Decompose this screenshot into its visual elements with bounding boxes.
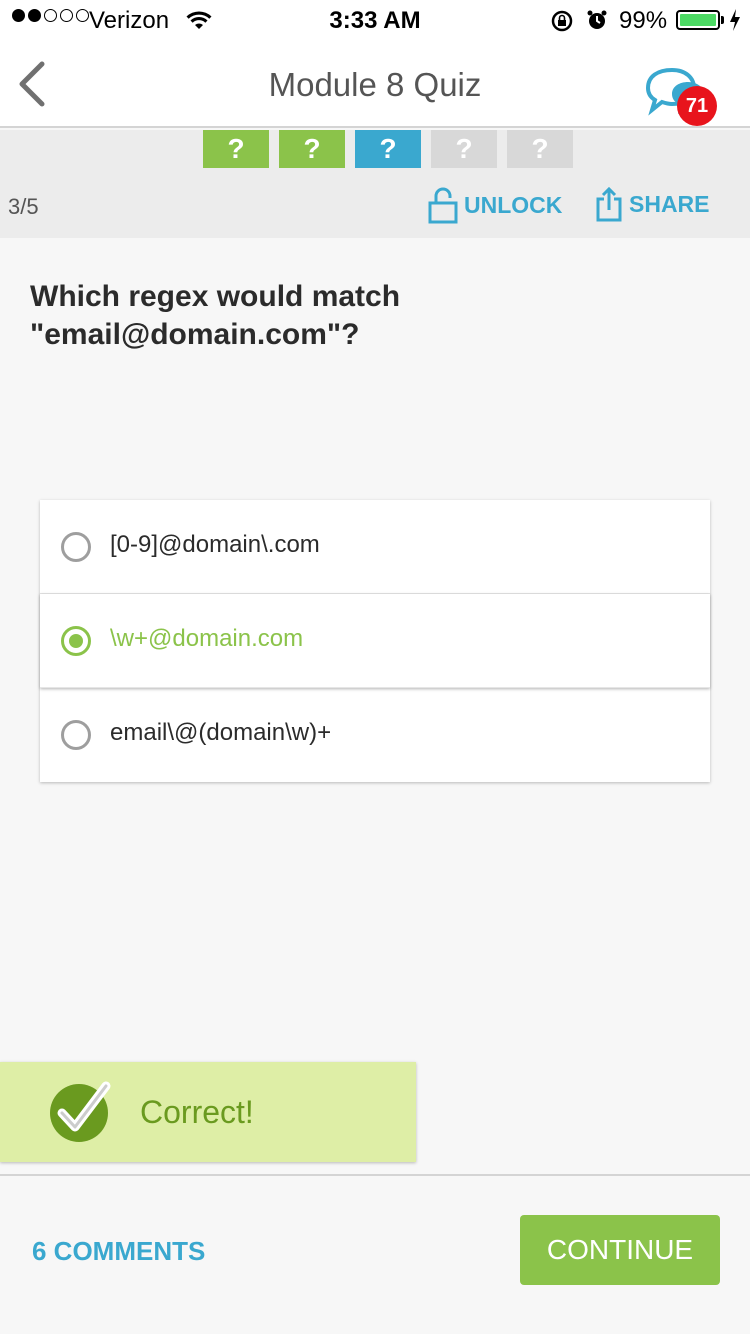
page-title: Module 8 Quiz <box>268 66 482 103</box>
comments-link[interactable]: 6 COMMENTS <box>32 1236 205 1267</box>
unlock-button[interactable]: UNLOCK <box>428 186 562 224</box>
orientation-lock-icon <box>550 9 574 40</box>
feedback-banner: Correct! <box>0 1062 416 1162</box>
progress-step-3[interactable]: ? <box>355 130 421 168</box>
answer-text: email\@(domain\w)+ <box>110 719 332 746</box>
answer-text: [0-9]@domain\.com <box>110 531 320 558</box>
radio-button-selected[interactable] <box>61 626 91 656</box>
progress-step-2[interactable]: ? <box>279 130 345 168</box>
battery-percentage: 99% <box>619 7 668 34</box>
answer-option-3[interactable]: email\@(domain\w)+ <box>40 688 710 782</box>
battery-icon <box>676 10 720 30</box>
share-label: SHARE <box>629 190 710 217</box>
charging-icon <box>728 8 742 39</box>
feedback-text: Correct! <box>140 1094 254 1130</box>
answer-text: \w+@domain.com <box>110 625 304 652</box>
alarm-icon <box>586 9 608 38</box>
share-button[interactable]: SHARE <box>595 186 710 222</box>
question-text: Which regex would match "email@domain.co… <box>30 280 401 351</box>
answer-option-1[interactable]: [0-9]@domain\.com <box>40 500 710 594</box>
unlock-icon <box>428 187 458 224</box>
unlock-label: UNLOCK <box>464 191 563 218</box>
progress-step-5[interactable]: ? <box>507 130 573 168</box>
notification-badge: 71 <box>677 86 717 126</box>
status-bar: Verizon 3:33 AM 99% <box>0 0 750 40</box>
checkmark-icon <box>50 1081 111 1142</box>
radio-button[interactable] <box>61 532 91 562</box>
nav-bar: Module 8 Quiz 71 <box>0 40 750 128</box>
progress-steps: ? ? ? ? ? <box>203 130 573 168</box>
quiz-progress: ? ? ? ? ? 3/5 UNLOCK SHARE <box>0 130 750 238</box>
continue-button[interactable]: CONTINUE <box>520 1215 720 1285</box>
question-counter: 3/5 <box>8 194 39 219</box>
answer-option-2[interactable]: \w+@domain.com <box>40 594 710 688</box>
progress-step-1[interactable]: ? <box>203 130 269 168</box>
bottom-bar: 6 COMMENTS CONTINUE <box>0 1174 750 1334</box>
radio-button[interactable] <box>61 720 91 750</box>
progress-step-4[interactable]: ? <box>431 130 497 168</box>
answer-options: [0-9]@domain\.com \w+@domain.com email\@… <box>40 500 710 782</box>
share-icon <box>596 186 622 222</box>
